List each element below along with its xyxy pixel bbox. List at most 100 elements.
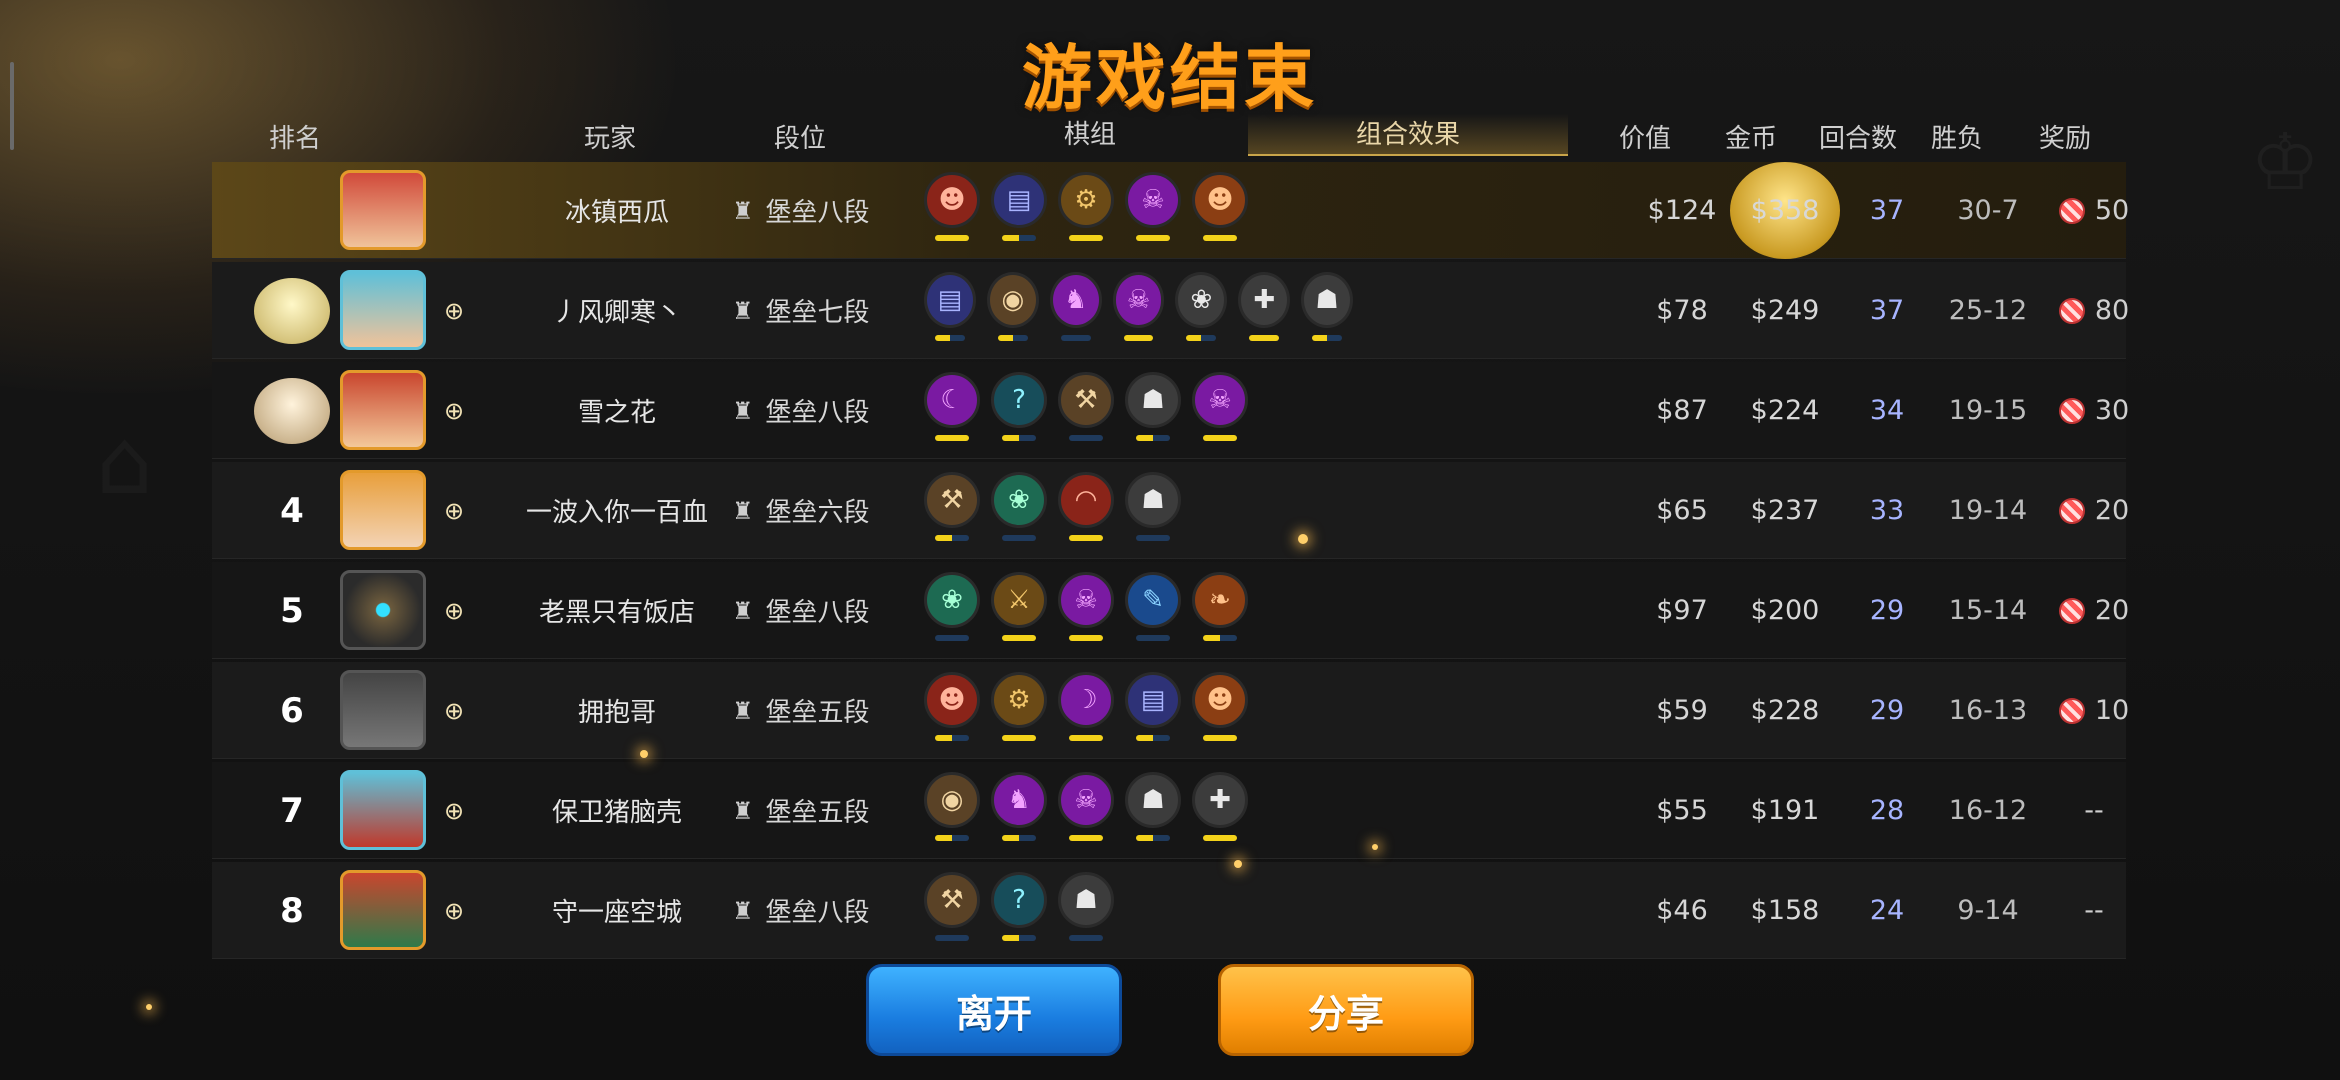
add-friend-icon[interactable]: ⊕: [434, 662, 474, 759]
synergy-skull-icon[interactable]: ☠: [1125, 172, 1181, 241]
synergy-leaf-icon[interactable]: ❧: [1192, 572, 1248, 641]
reward-cell: --: [2084, 895, 2104, 926]
avatar[interactable]: [340, 770, 426, 850]
table-row[interactable]: 7 ⊕ 保卫猪脑壳 ♜ 堡垒五段 ◉ ♞ ☠ ☗ ✚ $55 $191 28 16…: [212, 762, 2126, 859]
avatar[interactable]: [340, 370, 426, 450]
synergy-assassin-icon[interactable]: ☽: [1058, 672, 1114, 741]
synergy-knight-icon[interactable]: ♞: [1049, 272, 1102, 341]
candy-icon: [2058, 597, 2085, 624]
rounds-cell: 29: [1869, 695, 1905, 726]
synergy-skull-icon[interactable]: ☠: [1112, 272, 1165, 341]
player-name: 老黑只有饭店: [538, 598, 695, 628]
synergy-spirit-icon[interactable]: ?: [991, 872, 1047, 941]
table-row[interactable]: 冰镇西瓜 ♜ 堡垒八段 ☻ ▤ ⚙ ☠ ☻ $124 $358 37 30-7 5…: [212, 162, 2129, 259]
synergy-paw-icon[interactable]: ❀: [924, 572, 980, 641]
add-friend-icon[interactable]: ⊕: [434, 562, 474, 659]
tier-label: 堡垒五段: [765, 798, 870, 828]
synergy-book-icon[interactable]: ▤: [1125, 672, 1181, 741]
player-name: 守一座空城: [551, 898, 682, 928]
add-friend-icon[interactable]: ⊕: [434, 262, 474, 359]
synergy-paw-icon[interactable]: ❀: [991, 472, 1047, 541]
candy-icon: [2058, 397, 2085, 424]
tier-label: 堡垒八段: [765, 598, 870, 628]
avatar[interactable]: [340, 870, 426, 950]
add-friend-icon[interactable]: ⊕: [434, 462, 474, 559]
rounds-cell: 28: [1869, 795, 1905, 826]
synergy-human-icon[interactable]: ☗: [1125, 472, 1181, 541]
add-friend-icon[interactable]: ⊕: [434, 362, 474, 459]
reward-amount: 20: [2094, 595, 2130, 626]
synergy-human-icon[interactable]: ☗: [1301, 272, 1354, 341]
synergy-list: ⚒ ? ☗: [924, 862, 1364, 959]
synergy-list: ◉ ♞ ☠ ☗ ✚: [924, 762, 1364, 859]
synergy-spirit-icon[interactable]: ?: [991, 372, 1047, 441]
table-row[interactable]: 8 ⊕ 守一座空城 ♜ 堡垒八段 ⚒ ? ☗ $46 $158 24 9-14 -…: [212, 862, 2126, 959]
avatar[interactable]: [340, 270, 426, 350]
synergy-orc-icon[interactable]: ☻: [1192, 172, 1248, 241]
tier-rook-icon: ♜: [732, 196, 754, 225]
synergy-human-icon[interactable]: ☗: [1125, 372, 1181, 441]
avatar[interactable]: [340, 570, 426, 650]
tab-team[interactable]: 棋组: [1040, 114, 1140, 156]
synergy-human-icon[interactable]: ☗: [1125, 772, 1181, 841]
tier-rook-icon: ♜: [732, 596, 754, 625]
synergy-axe-icon[interactable]: ⚒: [924, 472, 980, 541]
synergy-cross-icon[interactable]: ✚: [1238, 272, 1291, 341]
header-rank: 排名: [268, 124, 321, 154]
synergy-feather-icon[interactable]: ✎: [1125, 572, 1181, 641]
add-friend-icon[interactable]: ⊕: [434, 862, 474, 959]
synergy-human-icon[interactable]: ☗: [1058, 872, 1114, 941]
header-value: 价值: [1618, 124, 1671, 154]
table-row[interactable]: 5 ⊕ 老黑只有饭店 ♜ 堡垒八段 ❀ ⚔ ☠ ✎ ❧ $97 $200 29 1…: [212, 562, 2130, 659]
tier-label: 堡垒八段: [765, 898, 870, 928]
synergy-knight-icon[interactable]: ♞: [991, 772, 1047, 841]
synergy-demon-icon[interactable]: ☻: [924, 172, 980, 241]
tier-label: 堡垒八段: [765, 398, 870, 428]
synergy-paw-icon[interactable]: ❀: [1175, 272, 1228, 341]
value-cell: $124: [1647, 195, 1717, 226]
table-row[interactable]: 6 ⊕ 拥抱哥 ♜ 堡垒五段 ☻ ⚙ ☽ ▤ ☻ $59 $228 29 16-1…: [212, 662, 2129, 759]
tab-synergy[interactable]: 组合效果: [1248, 114, 1568, 156]
add-friend-icon[interactable]: ⊕: [434, 762, 474, 859]
gold-cell: $228: [1750, 695, 1820, 726]
table-row[interactable]: ⊕ 雪之花 ♜ 堡垒八段 ☾ ? ⚒ ☗ ☠ $87 $224 34 19-15 …: [212, 362, 2129, 459]
spark-particle: [1372, 844, 1378, 850]
synergy-skull-icon[interactable]: ☠: [1058, 772, 1114, 841]
reward-amount: 20: [2094, 495, 2130, 526]
share-button[interactable]: 分享: [1218, 964, 1474, 1056]
leave-button[interactable]: 离开: [866, 964, 1122, 1056]
synergy-list: ☻ ▤ ⚙ ☠ ☻: [924, 162, 1364, 259]
avatar[interactable]: [340, 670, 426, 750]
winloss-cell: 15-14: [1948, 595, 2028, 626]
synergy-book-icon[interactable]: ▤: [991, 172, 1047, 241]
tier-label: 堡垒八段: [765, 198, 870, 228]
synergy-blades-icon[interactable]: ⚔: [991, 572, 1047, 641]
synergy-egg-icon[interactable]: ◉: [986, 272, 1039, 341]
synergy-cross-icon[interactable]: ✚: [1192, 772, 1248, 841]
table-row[interactable]: 4 ⊕ 一波入你一百血 ♜ 堡垒六段 ⚒ ❀ ◠ ☗ $65 $237 33 19…: [212, 462, 2130, 559]
value-cell: $78: [1656, 295, 1708, 326]
synergy-book-icon[interactable]: ▤: [924, 272, 976, 341]
tier-rook-icon: ♜: [732, 896, 754, 925]
synergy-witch-icon[interactable]: ☾: [924, 372, 980, 441]
winloss-cell: 25-12: [1948, 295, 2028, 326]
avatar[interactable]: [340, 170, 426, 250]
spark-particle: [1298, 534, 1308, 544]
synergy-gear-icon[interactable]: ⚙: [991, 672, 1047, 741]
tier-rook-icon: ♜: [732, 696, 754, 725]
synergy-axe-icon[interactable]: ⚒: [924, 872, 980, 941]
synergy-egg-icon[interactable]: ◉: [924, 772, 980, 841]
rounds-cell: 37: [1869, 295, 1905, 326]
table-row[interactable]: ⊕ 丿风卿寒丶 ♜ 堡垒七段 ▤ ◉ ♞ ☠ ❀ ✚ ☗ $78 $249 37 …: [212, 262, 2129, 359]
synergy-arc-icon[interactable]: ◠: [1058, 472, 1114, 541]
avatar[interactable]: [340, 470, 426, 550]
synergy-gear-icon[interactable]: ⚙: [1058, 172, 1114, 241]
synergy-orc-icon[interactable]: ☻: [1192, 672, 1248, 741]
synergy-skull-icon[interactable]: ☠: [1058, 572, 1114, 641]
synergy-skull-icon[interactable]: ☠: [1192, 372, 1248, 441]
synergy-demon-icon[interactable]: ☻: [924, 672, 980, 741]
tier-label: 堡垒五段: [765, 698, 870, 728]
header-tier: 段位: [773, 124, 826, 154]
rounds-cell: 37: [1869, 195, 1905, 226]
synergy-axe-icon[interactable]: ⚒: [1058, 372, 1114, 441]
